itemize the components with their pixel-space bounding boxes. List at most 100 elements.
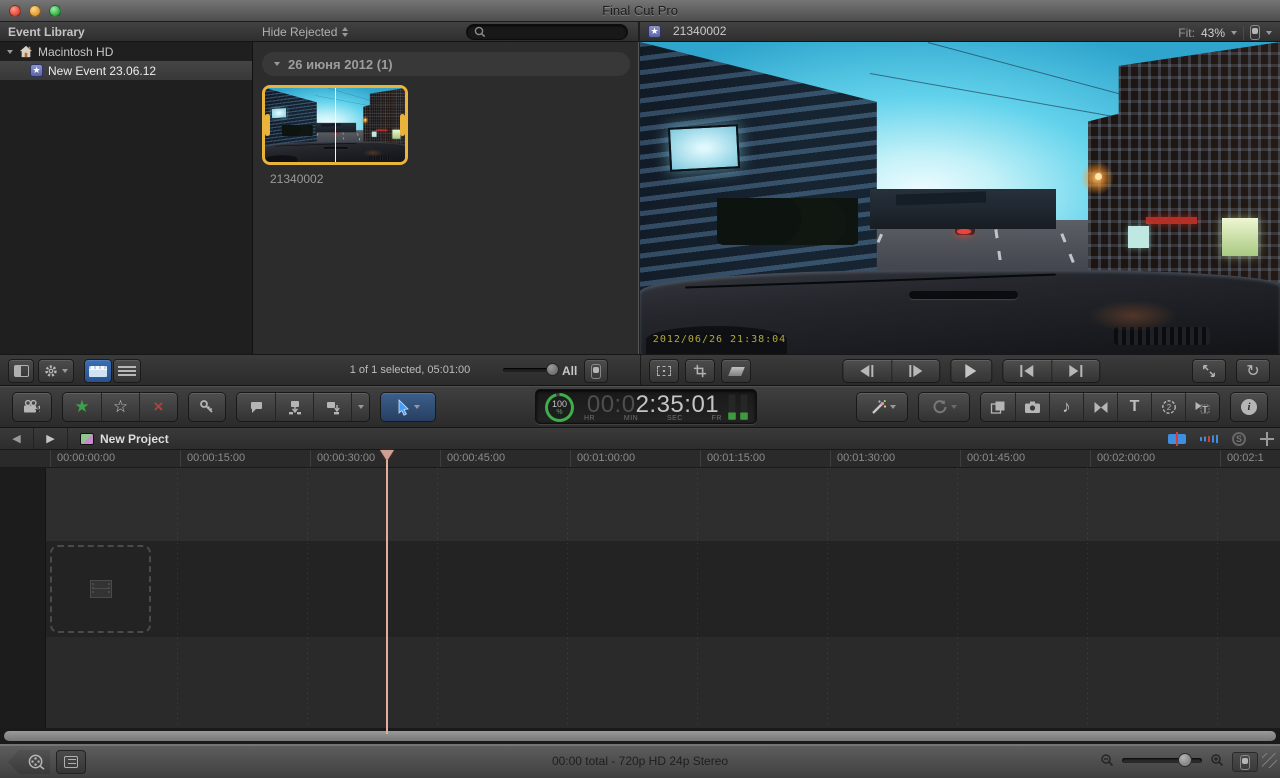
clip-thumbnail[interactable] (262, 85, 408, 165)
next-edit-button[interactable] (1051, 360, 1099, 382)
loop-playback-button[interactable]: ↻ (1236, 359, 1270, 383)
selection-handle-left[interactable] (265, 114, 270, 136)
action-gear-button[interactable] (38, 359, 74, 383)
titles-browser-button[interactable]: T (1117, 393, 1151, 421)
themes-browser-button[interactable]: T (1185, 393, 1219, 421)
import-media-button[interactable] (12, 392, 52, 422)
timeline-playhead[interactable] (380, 450, 395, 734)
retime-button[interactable] (918, 392, 970, 422)
retime-icon (932, 399, 948, 415)
empty-storyline-placeholder[interactable] (50, 545, 151, 633)
browser-footer: 1 of 1 selected, 05:01:00 All (0, 354, 640, 386)
previous-edit-button[interactable] (1003, 360, 1051, 382)
timeline-forward-button[interactable]: ▶ (34, 428, 68, 449)
window-resize-grip[interactable] (1262, 753, 1277, 768)
hide-event-library-button[interactable] (8, 359, 34, 383)
play-icon (965, 364, 976, 378)
connect-clip-icon (248, 400, 264, 415)
rating-group: ★ ☆ × (62, 392, 178, 422)
unit-min: MIN (624, 415, 638, 422)
solo-toggle-icon[interactable]: S (1232, 432, 1246, 446)
music-browser-button[interactable]: ♪ (1049, 393, 1083, 421)
viewer-star-badge-icon: ★ (648, 25, 661, 38)
viewer-clip-title: 21340002 (673, 24, 726, 38)
group-disclosure-icon[interactable] (274, 62, 280, 66)
snapping-toggle-icon[interactable] (1260, 432, 1274, 446)
clip-appearance-switch[interactable] (1232, 752, 1258, 772)
distort-button[interactable] (721, 359, 751, 383)
unit-sec: SEC (667, 415, 683, 422)
timeline-zoom-slider[interactable] (1122, 758, 1202, 763)
enhancements-button[interactable] (856, 392, 908, 422)
inspector-button[interactable]: i (1230, 392, 1268, 422)
zoom-in-icon[interactable] (1210, 753, 1224, 767)
clip-appearance-button[interactable] (584, 359, 608, 383)
filter-popup[interactable]: Hide Rejected (262, 25, 348, 39)
unrate-star-icon: ☆ (113, 397, 128, 417)
insert-clip-button[interactable] (275, 393, 313, 421)
timeline-ruler[interactable]: 00:00:00:00 00:00:15:00 00:00:30:00 00:0… (0, 450, 1280, 468)
favorite-button[interactable]: ★ (63, 393, 101, 421)
distort-icon (728, 367, 745, 376)
disclosure-triangle-icon[interactable] (7, 50, 13, 54)
camera-icon (1024, 400, 1041, 414)
previous-edit-icon (1024, 365, 1033, 377)
crop-button[interactable] (685, 359, 715, 383)
viewer-options-dropdown-icon[interactable] (1266, 31, 1272, 35)
viewer-display-options-icon[interactable] (1250, 25, 1260, 40)
connect-clip-button[interactable] (237, 393, 275, 421)
clip-group-header[interactable]: 26 июня 2012 (1) (262, 52, 630, 76)
svg-text:2: 2 (1166, 403, 1171, 412)
zoom-level-value[interactable]: 43% (1201, 26, 1225, 40)
favorite-star-icon: ★ (74, 397, 89, 417)
timeline-back-button[interactable]: ◀ (0, 428, 34, 449)
effects-browser-icon (990, 400, 1006, 415)
viewer-video-area[interactable]: 2012/06/26 21:38:04 (640, 42, 1280, 354)
effects-browser-button[interactable] (981, 393, 1015, 421)
photos-browser-button[interactable] (1015, 393, 1049, 421)
selection-handle-right[interactable] (400, 114, 405, 136)
themes-icon: T (1194, 400, 1211, 415)
transitions-browser-button[interactable] (1083, 393, 1117, 421)
drive-home-icon (19, 45, 33, 58)
crop-icon (693, 364, 707, 378)
search-input[interactable] (490, 26, 610, 38)
edit-options-dropdown[interactable] (351, 393, 369, 421)
play-button[interactable] (950, 359, 992, 383)
previous-frame-button[interactable] (843, 360, 891, 382)
generators-browser-button[interactable]: 2 (1151, 393, 1185, 421)
status-bar: 00:00 total - 720p HD 24p Stereo (0, 744, 1280, 778)
search-field[interactable] (466, 24, 628, 40)
skimming-toggle-icon[interactable] (1168, 434, 1186, 444)
transform-button[interactable] (649, 359, 679, 383)
fullscreen-button[interactable] (1192, 359, 1226, 383)
filmstrip-view-button[interactable] (84, 359, 112, 383)
next-frame-button[interactable] (891, 360, 939, 382)
reject-button[interactable]: × (139, 393, 177, 421)
background-tasks-gauge[interactable]: 100 % (545, 393, 574, 422)
zoom-slider-knob[interactable] (1178, 753, 1192, 767)
thumbnail-duration-slider[interactable] (503, 368, 553, 372)
audio-skimming-toggle-icon[interactable] (1200, 433, 1218, 445)
zoom-out-icon[interactable] (1100, 753, 1114, 767)
transitions-icon (1093, 401, 1109, 414)
duration-slider-knob[interactable] (546, 363, 559, 376)
music-note-icon: ♪ (1062, 397, 1071, 417)
library-item-new-event[interactable]: ★ New Event 23.06.12 (0, 61, 252, 80)
edit-skip-group (1002, 359, 1100, 383)
tool-selector-button[interactable] (380, 392, 436, 422)
dashboard[interactable]: 100 % 00:02:35:01 HR MIN SEC FR (535, 389, 757, 424)
timeline-area[interactable] (0, 468, 1280, 744)
unrate-button[interactable]: ☆ (101, 393, 139, 421)
skimmer-playhead[interactable] (335, 88, 336, 162)
info-icon: i (1241, 399, 1257, 415)
audio-meter-right (740, 394, 748, 420)
append-clip-button[interactable] (313, 393, 351, 421)
list-view-button[interactable] (113, 359, 141, 383)
clip-appearance-switch-icon (1240, 755, 1250, 770)
audio-meters[interactable] (728, 394, 748, 420)
zoom-dropdown-icon[interactable] (1231, 31, 1237, 35)
library-item-macintosh-hd[interactable]: Macintosh HD (0, 42, 252, 61)
timeline-horizontal-scrollbar[interactable] (4, 731, 1276, 741)
keyword-editor-button[interactable] (188, 392, 226, 422)
